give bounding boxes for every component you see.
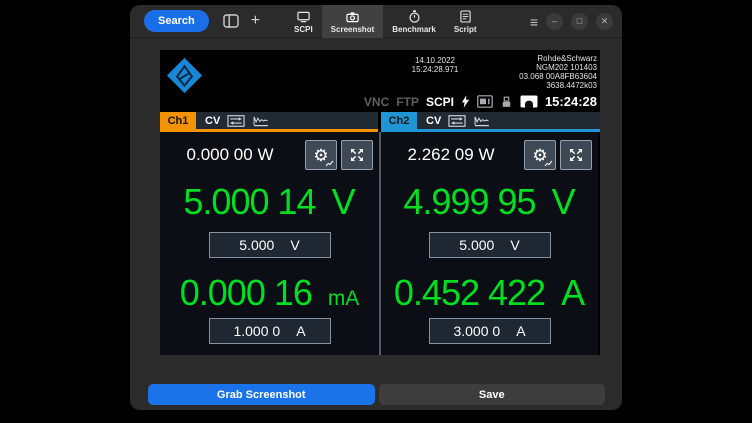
footer-actions: Grab Screenshot Save (148, 384, 605, 405)
lightning-icon (461, 95, 470, 108)
hamburger-icon: ≡ (530, 14, 538, 30)
ch2-current-set-unit: A (516, 323, 525, 339)
ch1-label: Ch1 (160, 112, 196, 129)
maximize-icon: □ (577, 17, 582, 26)
sidebar-toggle-button[interactable] (223, 14, 239, 28)
levels-icon (227, 115, 245, 127)
ftp-status: FTP (396, 95, 419, 109)
lan-icon (520, 95, 538, 108)
ch2-voltage-set-unit: V (510, 237, 519, 253)
tab-script[interactable]: Script (445, 5, 486, 38)
channel-panels: 0.000 00 W ⚙ (160, 132, 600, 355)
script-icon (460, 10, 471, 23)
screen-date: 14.10.2022 (385, 56, 485, 65)
tab-scpi[interactable]: SCPI (285, 5, 322, 38)
device-info: Rohde&Schwarz NGM202 101403 03.068 00A8F… (519, 54, 597, 90)
expand-icon (568, 147, 584, 163)
tab-script-label: Script (454, 25, 477, 34)
ch2-power-readout: 2.262 09 W (381, 145, 521, 165)
levels-icon (448, 115, 466, 127)
ch2-voltage-unit: V (552, 181, 576, 222)
ch1-voltage-unit: V (332, 181, 356, 222)
tab-benchmark-label: Benchmark (392, 25, 436, 34)
menu-button[interactable]: ≡ (530, 14, 538, 30)
plus-icon: + (251, 12, 260, 29)
save-button[interactable]: Save (379, 384, 606, 405)
tab-benchmark[interactable]: Benchmark (383, 5, 445, 38)
ch1-voltage-set-unit: V (290, 237, 299, 253)
ch1-voltage-setpoint: 5.000 V (209, 232, 331, 258)
usb-icon (500, 96, 513, 108)
ch2-panel: 2.262 09 W ⚙ (379, 132, 598, 355)
ch2-voltage-setpoint: 5.000 V (429, 232, 551, 258)
rohde-schwarz-logo-icon (166, 57, 203, 94)
ch1-panel: 0.000 00 W ⚙ (160, 132, 379, 355)
ch1-settings-button: ⚙ (305, 140, 337, 170)
ch1-current-set-unit: A (296, 323, 305, 339)
ch1-tab: Ch1 CV (160, 112, 378, 129)
stopwatch-icon (408, 10, 421, 23)
chart-overlay-icon (325, 160, 334, 167)
device-firmware: 03.068 00A8FB63604 (519, 72, 597, 81)
waveform-icon (473, 115, 491, 127)
chart-overlay-icon (544, 160, 553, 167)
search-button[interactable]: Search (144, 10, 209, 32)
status-bar: VNC FTP SCPI 15: (364, 93, 597, 110)
ch1-expand-button (341, 140, 373, 170)
desktop-background: Search + SCPI (0, 0, 752, 423)
ch2-current-readout: 0.452 422 A (381, 273, 598, 313)
dio-icon (477, 95, 493, 108)
tab-scpi-label: SCPI (294, 25, 313, 34)
ch2-current-setpoint: 3.000 0 A (429, 318, 551, 344)
ch2-label: Ch2 (381, 112, 417, 129)
ch2-expand-button (560, 140, 592, 170)
vnc-status: VNC (364, 95, 389, 109)
device-model: NGM202 101403 (519, 63, 597, 72)
ch1-current-readout: 0.000 16 mA (160, 273, 379, 319)
ch2-power-unit: W (478, 145, 494, 164)
ch1-current-unit: mA (328, 287, 359, 310)
ch2-voltage-readout: 4.999 95 V (381, 182, 598, 222)
scpi-status: SCPI (426, 95, 454, 109)
close-button[interactable]: ✕ (596, 13, 613, 30)
status-clock: 15:24:28 (545, 94, 597, 109)
minimize-icon: – (552, 17, 557, 26)
screen-timestamp: 15:24:28.971 (385, 65, 485, 74)
device-brand: Rohde&Schwarz (519, 54, 597, 63)
sidebar-toggle-icon (223, 14, 239, 28)
ch1-power-unit: W (257, 145, 273, 164)
ch1-voltage-readout: 5.000 14 V (160, 182, 379, 222)
close-icon: ✕ (601, 17, 609, 26)
waveform-icon (252, 115, 270, 127)
ch2-settings-button: ⚙ (524, 140, 556, 170)
screen-datetime: 14.10.2022 15:24:28.971 (385, 56, 485, 74)
device-material-number: 3638.4472k03 (519, 81, 597, 90)
ch2-current-unit: A (561, 272, 585, 313)
maximize-button[interactable]: □ (571, 13, 588, 30)
new-tab-button[interactable]: + (251, 13, 260, 29)
camera-icon (346, 11, 359, 23)
ch1-current-setpoint: 1.000 0 A (209, 318, 331, 344)
grab-screenshot-button[interactable]: Grab Screenshot (148, 384, 375, 405)
ch2-mode-badge: CV (426, 115, 441, 127)
tab-screenshot-label: Screenshot (331, 25, 375, 34)
tab-screenshot[interactable]: Screenshot (322, 5, 384, 38)
ch1-mode-badge: CV (205, 115, 220, 127)
window-controls: ≡ – □ ✕ (530, 5, 613, 38)
ch1-power-readout: 0.000 00 W (160, 145, 300, 165)
app-window: Search + SCPI (130, 5, 622, 410)
scpi-icon (297, 11, 310, 23)
ch2-tab: Ch2 CV (381, 112, 600, 129)
titlebar: Search + SCPI (130, 5, 622, 38)
instrument-screen: 14.10.2022 15:24:28.971 Rohde&Schwarz NG… (160, 50, 600, 355)
expand-icon (349, 147, 365, 163)
minimize-button[interactable]: – (546, 13, 563, 30)
toolbar-tabs: SCPI Screenshot Benchm (285, 5, 486, 38)
